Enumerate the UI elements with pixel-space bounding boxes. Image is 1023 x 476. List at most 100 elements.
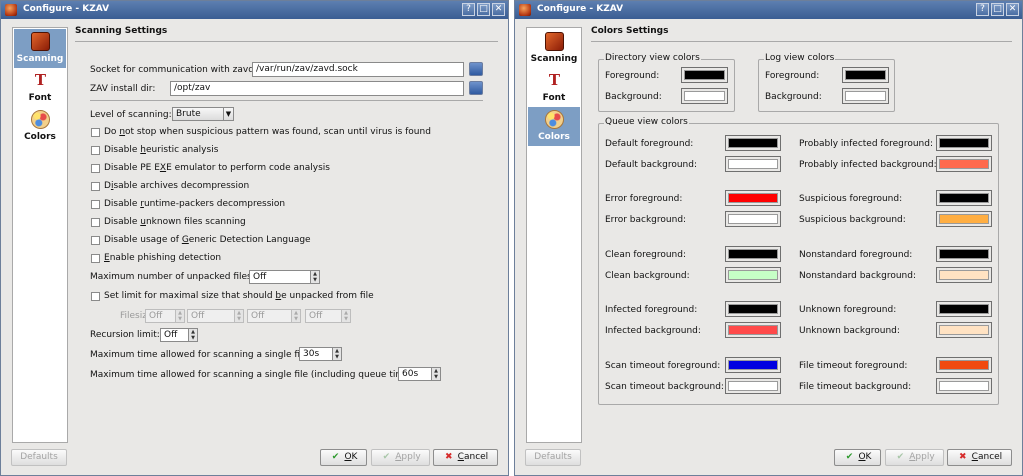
title-bar[interactable]: Configure - KZAV ? □ ✕ bbox=[515, 1, 1022, 19]
defaults-button[interactable]: Defaults bbox=[525, 449, 581, 466]
directory-colors-title: Directory view colors bbox=[604, 53, 701, 63]
queue-left-color-swatch[interactable] bbox=[725, 246, 781, 262]
queue-right-color-swatch[interactable] bbox=[936, 246, 992, 262]
queue-right-color-swatch[interactable] bbox=[936, 322, 992, 338]
recursion-spinbox[interactable]: Off ▲ ▼ bbox=[160, 328, 198, 342]
check-icon: ✔ bbox=[845, 452, 854, 462]
install-dir-browse-button[interactable] bbox=[469, 81, 483, 95]
cancel-button[interactable]: ✖ Cancel bbox=[433, 449, 498, 466]
directory-foreground-swatch[interactable] bbox=[681, 67, 728, 83]
max-time-queue-spinbox[interactable]: 60s ▲ ▼ bbox=[398, 367, 441, 381]
sidebar-item-font[interactable]: T Font bbox=[14, 68, 66, 107]
queue-left-color-swatch[interactable] bbox=[725, 267, 781, 283]
filesize-spinbox-3[interactable]: Off ▲ ▼ bbox=[247, 309, 301, 323]
queue-left-color-swatch[interactable] bbox=[725, 135, 781, 151]
maximize-button[interactable]: □ bbox=[991, 3, 1004, 16]
spin-arrows-icon[interactable]: ▲ ▼ bbox=[431, 368, 440, 380]
title-divider bbox=[75, 41, 498, 42]
queue-left-label: Default background: bbox=[605, 160, 698, 170]
sidebar-item-label: Font bbox=[28, 93, 52, 103]
color-fill bbox=[728, 138, 778, 148]
queue-right-color-swatch[interactable] bbox=[936, 378, 992, 394]
spin-arrows-icon[interactable]: ▲ ▼ bbox=[310, 271, 319, 283]
disable-heuristic-checkbox[interactable] bbox=[91, 146, 100, 155]
queue-right-label: Unknown foreground: bbox=[799, 305, 897, 315]
ok-button[interactable]: ✔ OK bbox=[834, 449, 881, 466]
filesize-spinbox-4[interactable]: Off ▲ ▼ bbox=[305, 309, 351, 323]
cancel-button[interactable]: ✖ Cancel bbox=[947, 449, 1012, 466]
queue-right-color-swatch[interactable] bbox=[936, 211, 992, 227]
filesize-spinbox-2[interactable]: Off ▲ ▼ bbox=[187, 309, 244, 323]
kzav-app-icon bbox=[5, 4, 17, 16]
directory-background-label: Background: bbox=[605, 92, 662, 102]
maximize-button[interactable]: □ bbox=[477, 3, 490, 16]
spin-arrows-icon[interactable]: ▲ ▼ bbox=[188, 329, 197, 341]
directory-background-swatch[interactable] bbox=[681, 88, 728, 104]
page-title: Scanning Settings bbox=[75, 26, 168, 36]
queue-right-color-swatch[interactable] bbox=[936, 156, 992, 172]
apply-button[interactable]: ✔ Apply bbox=[371, 449, 430, 466]
queue-right-label: Suspicious background: bbox=[799, 215, 906, 225]
disable-unknown-files-checkbox[interactable] bbox=[91, 218, 100, 227]
queue-left-color-swatch[interactable] bbox=[725, 322, 781, 338]
scan-level-label: Level of scanning: bbox=[90, 110, 172, 120]
color-fill bbox=[684, 91, 725, 101]
queue-left-color-swatch[interactable] bbox=[725, 357, 781, 373]
socket-input[interactable]: /var/run/zav/zavd.sock bbox=[252, 62, 464, 77]
install-dir-input[interactable]: /opt/zav bbox=[170, 81, 464, 96]
title-bar[interactable]: Configure - KZAV ? □ ✕ bbox=[1, 1, 508, 19]
sidebar-item-colors[interactable]: Colors bbox=[528, 107, 580, 146]
queue-right-color-swatch[interactable] bbox=[936, 267, 992, 283]
queue-left-color-swatch[interactable] bbox=[725, 301, 781, 317]
enable-phishing-checkbox[interactable] bbox=[91, 254, 100, 263]
disable-gdl-label: Disable usage of Generic Detection Langu… bbox=[104, 235, 311, 245]
color-fill bbox=[939, 249, 989, 259]
disable-archives-checkbox[interactable] bbox=[91, 182, 100, 191]
close-button[interactable]: ✕ bbox=[1006, 3, 1019, 16]
disable-pe-emulator-checkbox[interactable] bbox=[91, 164, 100, 173]
color-fill bbox=[728, 159, 778, 169]
queue-right-color-swatch[interactable] bbox=[936, 301, 992, 317]
close-button[interactable]: ✕ bbox=[492, 3, 505, 16]
ok-button[interactable]: ✔ OK bbox=[320, 449, 367, 466]
disable-gdl-checkbox[interactable] bbox=[91, 236, 100, 245]
color-fill bbox=[939, 381, 989, 391]
spin-arrows-icon[interactable]: ▲ ▼ bbox=[332, 348, 341, 360]
max-time-spinbox[interactable]: 30s ▲ ▼ bbox=[299, 347, 342, 361]
queue-left-color-swatch[interactable] bbox=[725, 211, 781, 227]
sidebar-item-scanning[interactable]: Scanning bbox=[14, 29, 66, 68]
color-fill bbox=[728, 270, 778, 280]
queue-left-color-swatch[interactable] bbox=[725, 190, 781, 206]
filesize-value: Off bbox=[149, 311, 163, 321]
queue-right-color-swatch[interactable] bbox=[936, 190, 992, 206]
sidebar-item-font[interactable]: T Font bbox=[528, 68, 580, 107]
recursion-label: Recursion limit: bbox=[90, 330, 160, 340]
check-icon: ✔ bbox=[331, 452, 340, 462]
queue-left-color-swatch[interactable] bbox=[725, 156, 781, 172]
sidebar-item-scanning[interactable]: Scanning bbox=[528, 29, 580, 68]
apply-button[interactable]: ✔ Apply bbox=[885, 449, 944, 466]
disable-runtime-packers-checkbox[interactable] bbox=[91, 200, 100, 209]
palette-icon bbox=[31, 110, 50, 129]
size-limit-checkbox[interactable] bbox=[91, 292, 100, 301]
queue-left-color-swatch[interactable] bbox=[725, 378, 781, 394]
help-button[interactable]: ? bbox=[976, 3, 989, 16]
queue-right-color-swatch[interactable] bbox=[936, 135, 992, 151]
help-button[interactable]: ? bbox=[462, 3, 475, 16]
socket-browse-button[interactable] bbox=[469, 62, 483, 76]
filesize-spinbox-1[interactable]: Off ▲ ▼ bbox=[145, 309, 185, 323]
log-background-swatch[interactable] bbox=[842, 88, 889, 104]
scan-level-select[interactable]: Brute ▼ bbox=[172, 107, 234, 121]
max-unpacked-spinbox[interactable]: Off ▲ ▼ bbox=[249, 270, 320, 284]
max-time-value: 30s bbox=[303, 349, 320, 359]
color-fill bbox=[728, 304, 778, 314]
queue-right-color-swatch[interactable] bbox=[936, 357, 992, 373]
sidebar: Scanning T Font Colors bbox=[526, 27, 582, 443]
log-foreground-swatch[interactable] bbox=[842, 67, 889, 83]
defaults-button[interactable]: Defaults bbox=[11, 449, 67, 466]
spin-arrows-icon: ▲ ▼ bbox=[234, 310, 243, 322]
log-background-label: Background: bbox=[765, 92, 822, 102]
no-stop-checkbox[interactable] bbox=[91, 128, 100, 137]
log-foreground-label: Foreground: bbox=[765, 71, 820, 81]
sidebar-item-colors[interactable]: Colors bbox=[14, 107, 66, 146]
